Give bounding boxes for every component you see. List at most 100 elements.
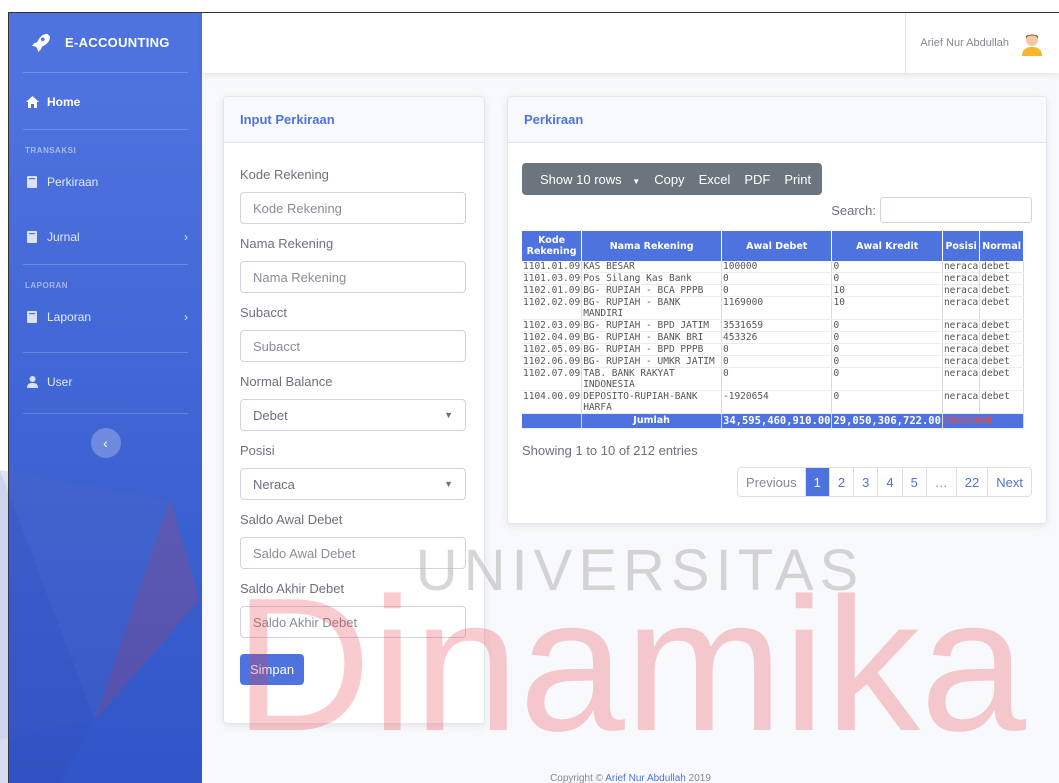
show-rows-label: Show 10 rows (540, 171, 622, 187)
copy-button[interactable]: Copy (647, 172, 691, 187)
subacct-input[interactable] (240, 330, 466, 362)
posisi-select[interactable]: Neraca ▼ (240, 468, 466, 500)
perkiraan-table-card: Perkiraan Show 10 rows ▼ Copy Excel PDF … (507, 96, 1047, 524)
table-cell: 0 (721, 272, 833, 285)
simpan-button[interactable]: Simpan (240, 654, 305, 685)
saldo-akhir-debet-input[interactable] (240, 606, 466, 638)
table-cell: neraca (942, 331, 981, 344)
column-header[interactable]: Awal Debet (721, 231, 833, 261)
sidebar-item-user[interactable]: User (9, 361, 202, 403)
sidebar-item-laporan[interactable]: Laporan › (9, 296, 202, 338)
table-cell: 0 (831, 319, 943, 332)
table-cell: debet (979, 296, 1024, 320)
column-header[interactable]: Posisi (942, 231, 981, 261)
table-cell: -1920654 (721, 390, 833, 414)
table-cell: BG- RUPIAH - UMKR JATIM (581, 355, 722, 368)
pdf-button[interactable]: PDF (737, 172, 777, 187)
sidebar-divider (23, 352, 188, 353)
caret-down-icon: ▼ (632, 176, 641, 186)
table-cell: debet (979, 331, 1024, 344)
table-total-row: Jumlah 34,595,460,910.00 29,050,306,722.00… (522, 413, 1025, 429)
table-cell: 0 (831, 331, 943, 344)
kode-rekening-label: Kode Rekening (240, 167, 329, 182)
brand[interactable]: E-ACCOUNTING (23, 13, 188, 73)
sidebar-toggle-button[interactable]: ‹ (90, 428, 121, 458)
home-icon (25, 95, 39, 109)
normal-balance-select[interactable]: Debet ▼ (240, 399, 466, 431)
table-cell: neraca (942, 296, 981, 320)
table-cell: 3531659 (721, 319, 833, 332)
saldo-awal-debet-input[interactable] (240, 537, 466, 569)
pagination-page-2[interactable]: 2 (828, 468, 853, 496)
sidebar-heading-transaksi: TRANSAKSI (25, 146, 77, 155)
table-cell: debet (979, 390, 1024, 414)
column-header[interactable]: Normal (979, 231, 1024, 261)
table-row: 1102.02.09 BG- RUPIAH - BANK MANDIRI 11690… (522, 296, 1024, 320)
nama-rekening-label: Nama Rekening (240, 236, 334, 251)
brand-name: E-ACCOUNTING (65, 35, 170, 50)
total-label: Jumlah (581, 413, 722, 429)
footer-year: 2019 (688, 773, 711, 783)
footer: Copyright © Arief Nur Abdullah 2019 (202, 773, 1059, 783)
sidebar-item-perkiraan[interactable]: Perkiraan (9, 161, 202, 203)
pagination-page-5[interactable]: 5 (901, 468, 926, 496)
chevron-right-icon: › (184, 230, 188, 244)
pagination: Previous 1 2 3 4 5 … 22 Next (737, 467, 1032, 497)
table-cell: 1102.06.09 (522, 355, 583, 368)
sidebar-divider (23, 264, 188, 265)
table-cell: 0 (831, 367, 943, 391)
print-button[interactable]: Print (777, 172, 818, 187)
footer-author: Arief Nur Abdullah (605, 773, 686, 783)
column-header[interactable]: Kode Rekening (522, 231, 583, 261)
search-input[interactable] (880, 197, 1032, 223)
table-cell: BG- RUPIAH - BANK MANDIRI (581, 296, 722, 320)
sidebar-item-home[interactable]: Home (9, 81, 202, 123)
table-cell: debet (979, 261, 1024, 273)
table-cell: neraca (942, 343, 981, 356)
nama-rekening-input[interactable] (240, 261, 466, 293)
table-cell: 0 (831, 261, 943, 273)
table-cell: KAS BESAR (581, 261, 722, 273)
total-difference: 5545154188 (942, 413, 1025, 429)
input-perkiraan-card: Input Perkiraan Kode Rekening Nama Reken… (223, 96, 485, 724)
table-cell: neraca (942, 390, 981, 414)
table-cell: debet (979, 355, 1024, 368)
table-cell: debet (979, 284, 1024, 297)
avatar (1022, 34, 1042, 56)
table-cell: DEPOSITO-RUPIAH-BANK HARFA (581, 390, 722, 414)
pagination-page-22[interactable]: 22 (955, 468, 987, 496)
pagination-page-3[interactable]: 3 (853, 468, 877, 496)
pagination-previous[interactable]: Previous (738, 468, 805, 496)
column-header[interactable]: Nama Rekening (581, 231, 722, 261)
table-cell: BG- RUPIAH - BANK BRI (581, 331, 722, 344)
pagination-page-4[interactable]: 4 (877, 468, 901, 496)
table-cell: 0 (721, 355, 833, 368)
pagination-page-1[interactable]: 1 (804, 468, 829, 496)
user-dropdown[interactable]: Arief Nur Abdullah (905, 13, 1045, 73)
app-window: E-ACCOUNTING Home TRANSAKSI Perkiraan Ju… (8, 12, 1059, 783)
pagination-next[interactable]: Next (987, 468, 1031, 496)
topbar: Arief Nur Abdullah (202, 13, 1059, 73)
sidebar-divider (23, 413, 188, 414)
pagination-ellipsis: … (925, 468, 956, 496)
column-header[interactable]: Awal Kredit (831, 231, 943, 261)
table-cell: 1101.03.09 (522, 272, 583, 285)
table-cell: 1102.01.09 (522, 284, 583, 297)
table-cell: 0 (831, 343, 943, 356)
table-info: Showing 1 to 10 of 212 entries (522, 443, 698, 458)
subacct-label: Subacct (240, 305, 287, 320)
show-rows-button[interactable]: Show 10 rows ▼ (526, 172, 647, 187)
table-cell: debet (979, 319, 1024, 332)
excel-button[interactable]: Excel (692, 172, 738, 187)
chevron-right-icon: › (184, 310, 188, 324)
caret-down-icon: ▼ (444, 479, 453, 489)
table-cell: TAB. BANK RAKYAT INDONESIA (581, 367, 722, 391)
table-cell: Pos Silang Kas Bank (581, 272, 722, 285)
table-row: 1102.07.09 TAB. BANK RAKYAT INDONESIA 0 0 ne… (522, 367, 1024, 391)
book-icon (25, 230, 39, 244)
sidebar-item-jurnal[interactable]: Jurnal › (9, 216, 202, 258)
kode-rekening-input[interactable] (240, 192, 466, 224)
table-row: 1102.03.09 BG- RUPIAH - BPD JATIM 3531659 0… (522, 319, 1024, 332)
table-cell: 10 (831, 284, 943, 297)
footer-prefix: Copyright © (550, 773, 604, 783)
